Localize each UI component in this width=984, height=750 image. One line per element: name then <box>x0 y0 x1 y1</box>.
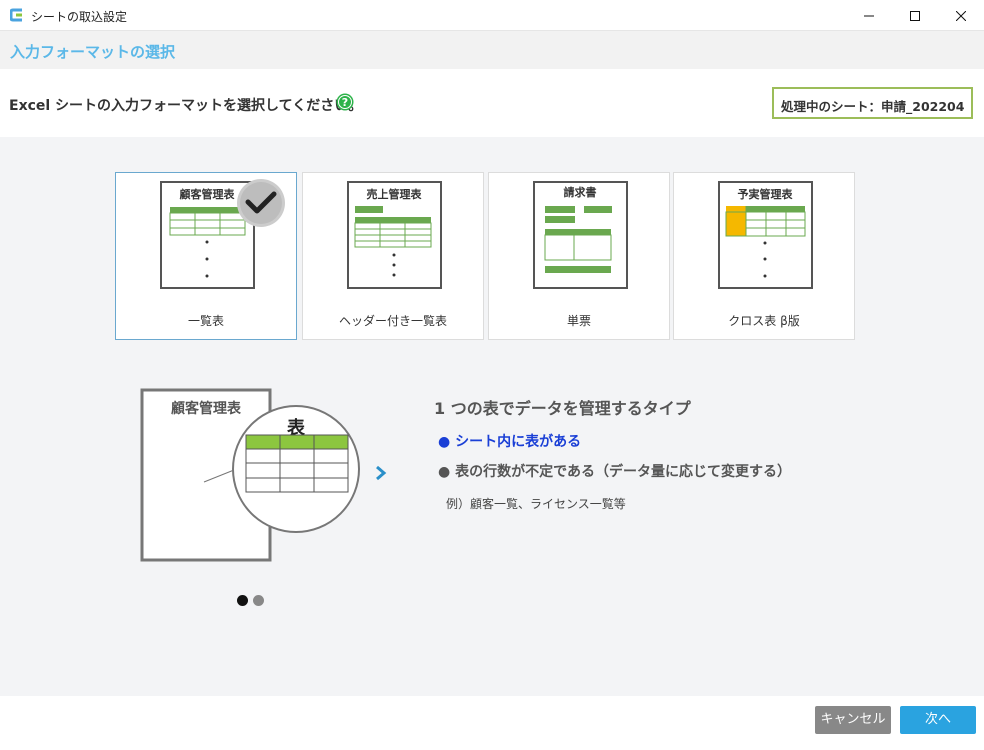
card-doc-title: 顧客管理表 <box>180 187 236 201</box>
format-card-header-list[interactable]: 売上管理表 ヘッダー付き一覧表 <box>302 172 484 340</box>
card-doc-title: 予実管理表 <box>738 187 794 201</box>
format-preview-illustration: 顧客管理表 表 <box>140 388 360 562</box>
checkmark-icon <box>237 179 285 227</box>
card-doc-title: 売上管理表 <box>367 187 423 201</box>
pager-dot[interactable] <box>253 595 264 606</box>
minimize-button[interactable] <box>846 0 892 31</box>
section-title: 入力フォーマットの選択 <box>10 43 176 61</box>
format-card-crosstab[interactable]: 予実管理表 クロス表 β版 <box>673 172 855 340</box>
window-title: シートの取込設定 <box>31 10 128 24</box>
chevron-right-icon[interactable] <box>374 464 388 482</box>
maximize-icon <box>910 10 920 21</box>
section-header: 入力フォーマットの選択 <box>0 31 984 69</box>
format-card-label: ヘッダー付き一覧表 <box>338 314 447 328</box>
format-card-single-form[interactable]: 請求書 単票 <box>488 172 670 340</box>
instruction-text: Excel シートの入力フォーマットを選択してください。 <box>9 98 363 114</box>
footer: キャンセル 次へ <box>0 696 984 750</box>
format-card-label: 一覧表 <box>187 314 224 328</box>
format-description-title: 1 つの表でデータを管理するタイプ <box>434 399 691 418</box>
svg-text:?: ? <box>342 96 348 109</box>
close-icon <box>956 10 966 21</box>
format-card-label: クロス表 β版 <box>728 314 800 328</box>
preview-doc-title: 顧客管理表 <box>171 400 242 417</box>
app-logo-icon <box>10 8 22 22</box>
format-example-text: 例）顧客一覧、ライセンス一覧等 <box>446 497 626 511</box>
question-circle-icon[interactable]: ? <box>336 93 354 111</box>
minimize-icon <box>864 15 874 16</box>
pager-dot-active[interactable] <box>237 595 248 606</box>
main-content: 顧客管理表 一覧表 売上管理表 ヘッダー付き一覧表 請求書 単票 予実管理表 ク… <box>0 137 984 696</box>
format-card-label: 単票 <box>566 314 591 328</box>
current-sheet-box: 処理中のシート：申請_202204 <box>772 87 973 119</box>
maximize-button[interactable] <box>892 0 938 31</box>
instruction-row: Excel シートの入力フォーマットを選択してください。 ? 処理中のシート：申… <box>0 69 984 137</box>
title-bar: シートの取込設定 <box>0 0 984 31</box>
format-description-bullet: ● シート内に表がある <box>438 434 582 450</box>
format-description-bullet: ● 表の行数が不定である（データ量に応じて変更する） <box>438 464 791 480</box>
close-button[interactable] <box>938 0 984 31</box>
format-card-list[interactable]: 顧客管理表 一覧表 <box>115 172 297 340</box>
card-doc-title: 請求書 <box>564 185 597 199</box>
cancel-button[interactable]: キャンセル <box>815 706 891 734</box>
next-button[interactable]: 次へ <box>900 706 976 734</box>
current-sheet-label: 処理中のシート：申請_202204 <box>781 99 965 114</box>
